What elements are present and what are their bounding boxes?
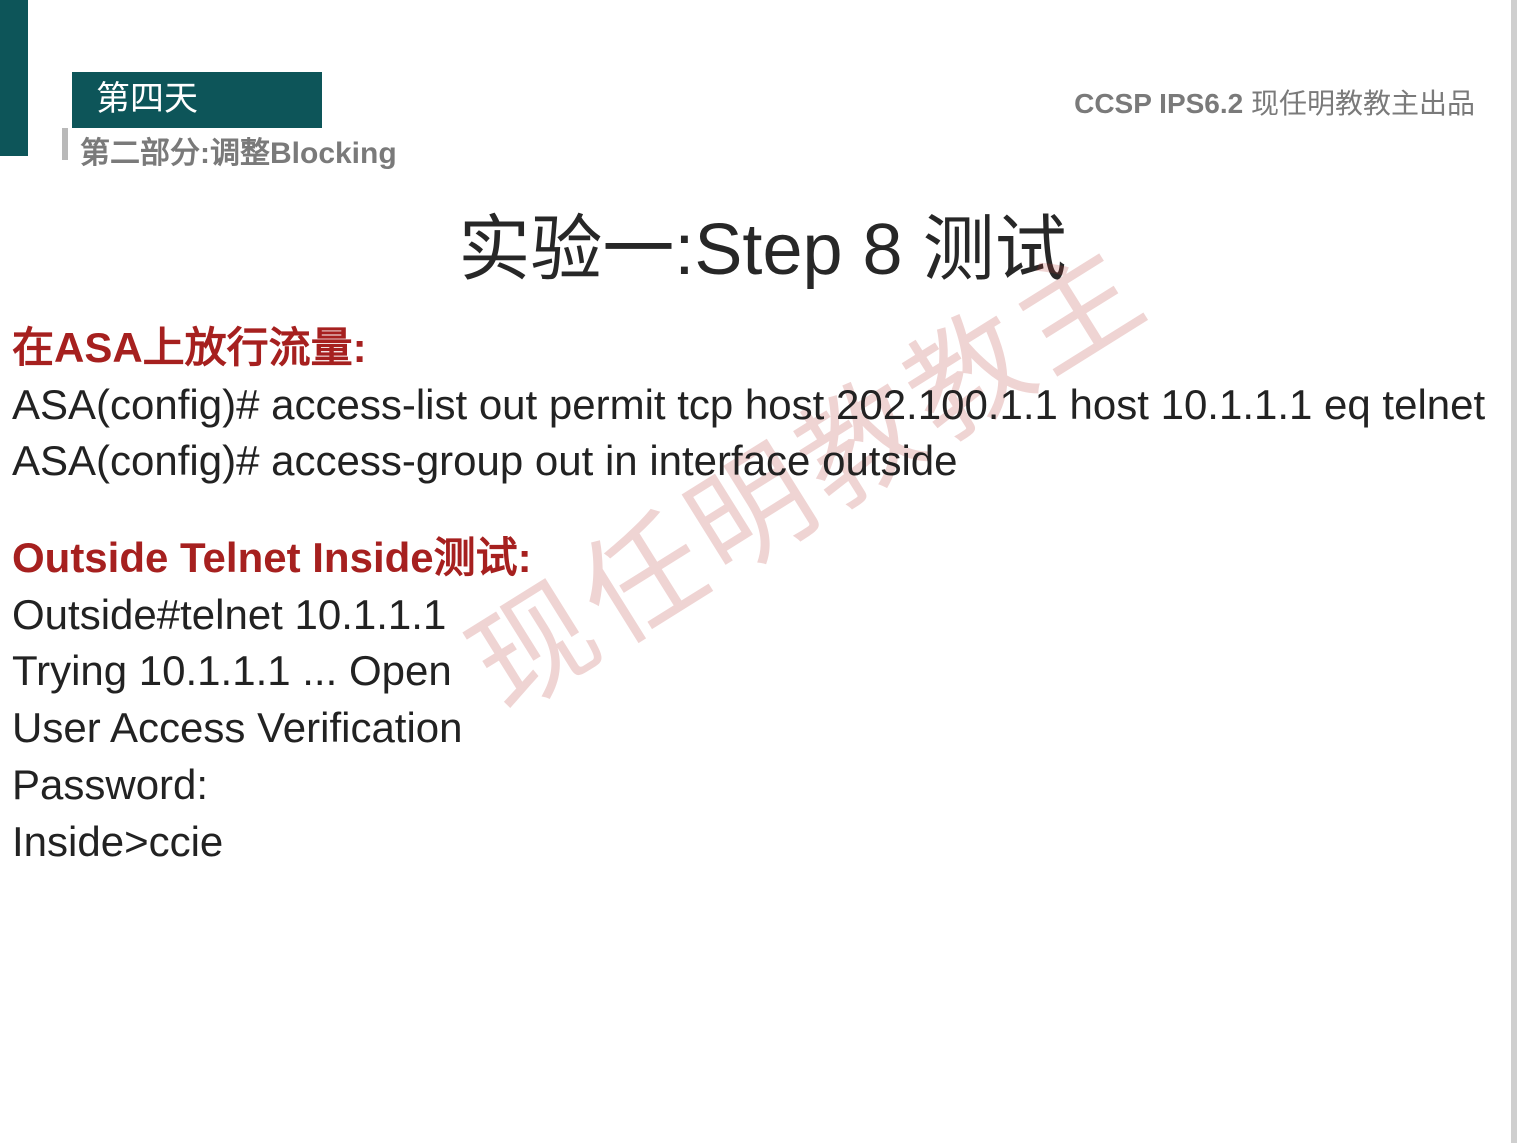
section1-line2: ASA(config)# access-group out in interfa… (12, 433, 1492, 490)
section2-heading: Outside Telnet Inside测试: (12, 530, 1492, 587)
section2-line5: Inside>ccie (12, 814, 1492, 871)
section2-line3: User Access Verification (12, 700, 1492, 757)
course-credit: CCSP IPS6.2 现任明教教主出品 (1074, 82, 1475, 122)
slide-title: 实验一:Step 8 测试 (0, 190, 1525, 295)
section-label: 第二部分:调整Blocking (80, 128, 397, 172)
left-accent-bar (0, 0, 28, 156)
section-accent-bar (62, 128, 68, 160)
right-edge-bar (1511, 0, 1517, 1143)
section2-line1: Outside#telnet 10.1.1.1 (12, 587, 1492, 644)
day-label: 第四天 (72, 72, 322, 128)
section2-line2: Trying 10.1.1.1 ... Open (12, 643, 1492, 700)
slide-content: 在ASA上放行流量: ASA(config)# access-list out … (12, 310, 1492, 870)
course-author: 现任明教教主出品 (1243, 88, 1475, 119)
course-name: CCSP IPS6.2 (1074, 88, 1243, 119)
section2-line4: Password: (12, 757, 1492, 814)
section1-heading: 在ASA上放行流量: (12, 320, 1492, 377)
section1-line1: ASA(config)# access-list out permit tcp … (12, 377, 1492, 434)
